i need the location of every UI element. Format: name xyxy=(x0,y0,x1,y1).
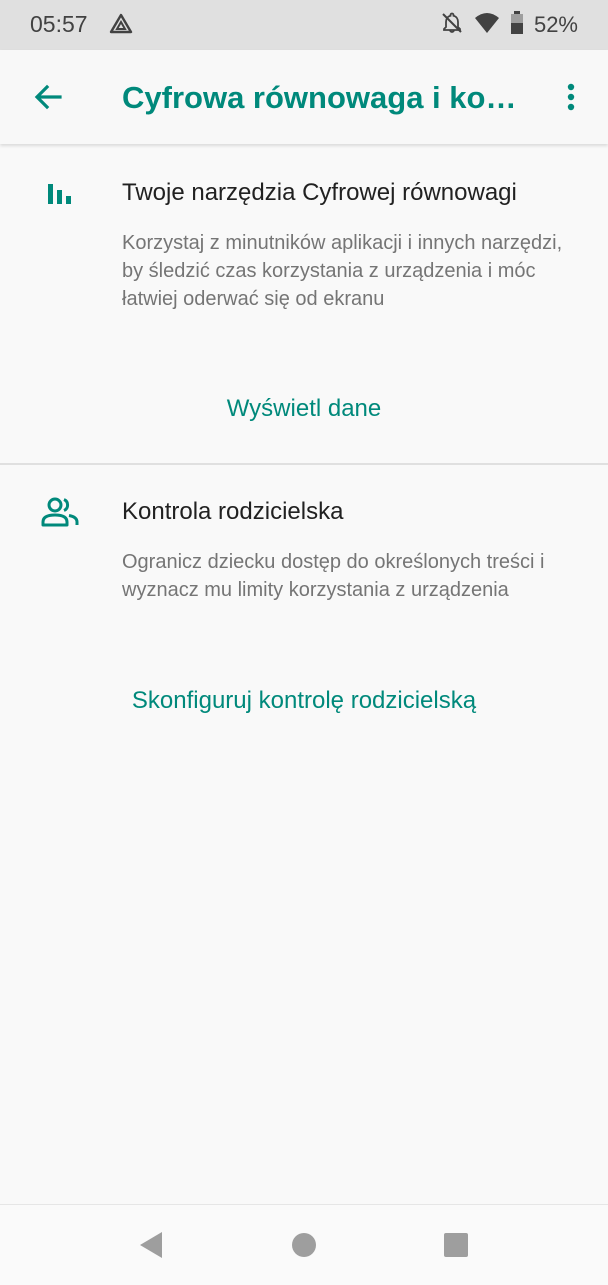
recents-square-icon xyxy=(444,1233,468,1257)
app-notification-icon xyxy=(109,12,133,41)
home-circle-icon xyxy=(292,1233,316,1257)
back-button[interactable] xyxy=(28,78,68,118)
status-icons: 52% xyxy=(440,10,578,40)
battery-icon xyxy=(510,10,524,40)
view-data-button[interactable]: Wyświetl dane xyxy=(0,395,608,423)
more-options-button[interactable] xyxy=(556,80,586,120)
status-bar: 05:57 52% xyxy=(0,0,608,50)
nav-home-button[interactable] xyxy=(288,1229,320,1261)
bar-chart-icon xyxy=(40,178,76,213)
status-time: 05:57 xyxy=(30,11,88,37)
back-triangle-icon xyxy=(140,1232,162,1258)
page-title: Cyfrowa równowaga i kontrola rodzicielsk… xyxy=(122,80,522,115)
set-up-parental-controls-button[interactable]: Skonfiguruj kontrolę rodzicielską xyxy=(0,687,608,715)
more-vert-icon xyxy=(567,83,575,111)
wellbeing-tools-description: Korzystaj z minutników aplikacji i innyc… xyxy=(122,232,563,310)
wellbeing-tools-card: Twoje narzędzia Cyfrowej równowagi Korzy… xyxy=(0,144,608,463)
nav-recents-button[interactable] xyxy=(440,1229,472,1261)
back-arrow-icon xyxy=(34,84,62,110)
wellbeing-tools-title: Twoje narzędzia Cyfrowej równowagi xyxy=(122,179,517,206)
parental-controls-title: Kontrola rodzicielska xyxy=(122,498,344,525)
navigation-bar xyxy=(0,1204,608,1285)
parental-controls-description: Ogranicz dziecku dostęp do określonych t… xyxy=(122,551,545,601)
bell-off-icon xyxy=(440,11,464,40)
wifi-icon xyxy=(474,11,500,40)
nav-back-button[interactable] xyxy=(136,1229,168,1261)
battery-percent: 52% xyxy=(533,12,578,37)
app-bar: Cyfrowa równowaga i kontrola rodzicielsk… xyxy=(0,50,608,144)
people-icon xyxy=(40,495,80,536)
parental-controls-card: Kontrola rodzicielska Ogranicz dziecku d… xyxy=(0,465,608,765)
